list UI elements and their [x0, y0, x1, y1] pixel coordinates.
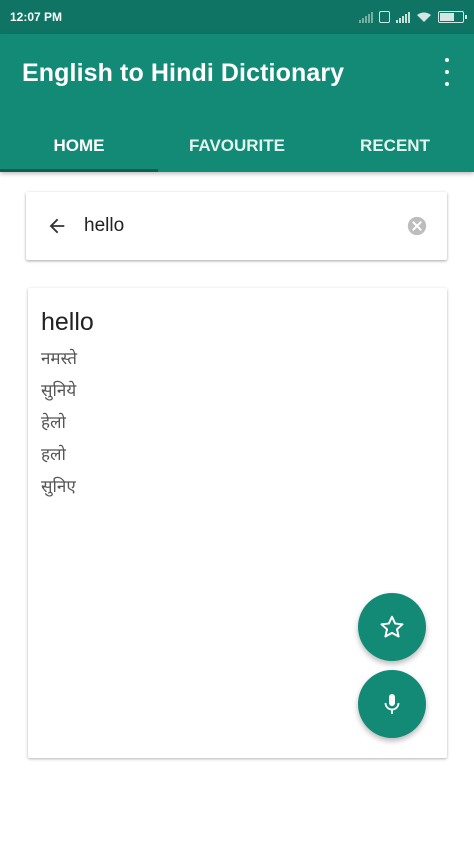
tab-bar: HOME FAVOURITE RECENT [0, 120, 474, 172]
battery-icon [438, 11, 467, 23]
sim-icon [379, 11, 390, 23]
tab-favourite[interactable]: FAVOURITE [158, 120, 316, 172]
meaning-item: नमस्ते [41, 349, 77, 369]
tab-indicator [0, 169, 158, 172]
app-bar: English to Hindi Dictionary HOME FAVOURI… [0, 34, 474, 172]
clear-circle-icon[interactable] [406, 215, 428, 237]
tab-favourite-label: FAVOURITE [188, 136, 286, 155]
arrow-left-icon[interactable] [46, 215, 68, 237]
tab-home[interactable]: HOME [0, 120, 158, 172]
meaning-item: हेलो [41, 413, 66, 433]
microphone-icon [384, 694, 400, 714]
search-input[interactable] [84, 206, 374, 246]
status-time: 12:07 PM [10, 10, 63, 24]
status-icons [359, 11, 467, 23]
search-bar [26, 192, 447, 260]
voice-search-button[interactable] [358, 670, 426, 738]
meaning-item: हलो [41, 445, 66, 465]
status-bar: 12:07 PM [0, 0, 474, 34]
more-vertical-icon[interactable] [442, 58, 452, 86]
signal-icon [359, 11, 373, 23]
tab-home-label: HOME [53, 136, 105, 155]
tab-recent-label: RECENT [360, 136, 430, 155]
meaning-item: सुनिए [41, 477, 76, 497]
star-outline-icon [380, 615, 404, 638]
signal-icon [396, 11, 410, 23]
meaning-item: सुनिये [41, 381, 77, 401]
tab-recent[interactable]: RECENT [316, 120, 474, 172]
app-title: English to Hindi Dictionary [22, 59, 345, 87]
meanings-list: नमस्ते सुनिये हेलो हलो सुनिए [41, 343, 77, 503]
favourite-button[interactable] [358, 593, 426, 661]
wifi-icon [417, 12, 431, 22]
result-word: hello [41, 308, 94, 336]
